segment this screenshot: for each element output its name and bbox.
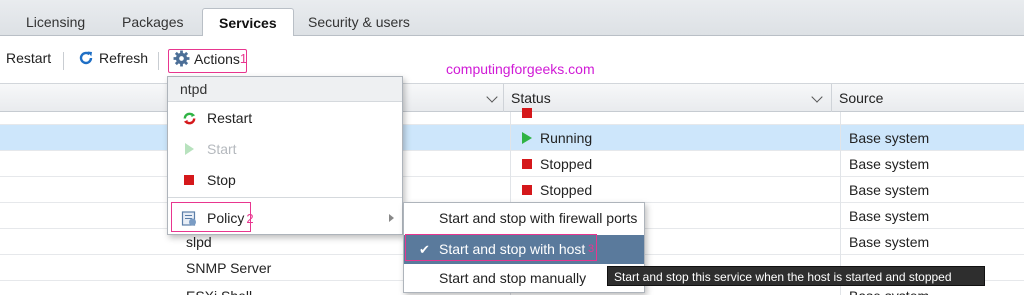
service-source: Base system bbox=[849, 156, 930, 172]
stopped-icon bbox=[522, 108, 532, 118]
host-client-window: Licensing Packages Services Security & u… bbox=[0, 0, 1024, 295]
restart-button-label: Restart bbox=[6, 50, 52, 66]
refresh-button[interactable]: Refresh bbox=[78, 50, 148, 66]
tab-services[interactable]: Services bbox=[202, 8, 294, 37]
service-name: SNMP Server bbox=[186, 260, 272, 276]
menu-item-label: Restart bbox=[207, 110, 253, 126]
service-source: Base system bbox=[849, 130, 930, 146]
annotation-highlight-box bbox=[171, 202, 251, 232]
toolbar-divider bbox=[158, 52, 159, 70]
column-header-status[interactable]: Status bbox=[503, 84, 831, 112]
table-row[interactable]: Stopped Base system bbox=[0, 151, 1024, 177]
service-status: Stopped bbox=[540, 182, 593, 198]
tab-bar: Licensing Packages Services Security & u… bbox=[0, 0, 1024, 37]
tab-licensing[interactable]: Licensing bbox=[10, 8, 101, 36]
menu-item-stop[interactable]: Stop bbox=[168, 166, 402, 194]
stopped-icon bbox=[522, 159, 532, 169]
service-source: Base system bbox=[849, 208, 930, 224]
service-source: Base system bbox=[849, 182, 930, 198]
tooltip: Start and stop this service when the hos… bbox=[607, 266, 985, 286]
menu-item-start[interactable]: Start bbox=[168, 135, 402, 163]
chevron-right-icon bbox=[389, 214, 394, 222]
column-header-source[interactable]: Source bbox=[831, 84, 1024, 112]
menu-item-label: Start bbox=[207, 141, 237, 157]
running-icon bbox=[522, 132, 532, 144]
annotation-highlight-box bbox=[168, 49, 247, 73]
play-icon bbox=[181, 141, 197, 157]
refresh-icon bbox=[78, 50, 94, 66]
policy-option-firewall-ports[interactable]: Start and stop with firewall ports bbox=[404, 204, 644, 233]
table-row[interactable]: Running Base system bbox=[0, 125, 1024, 151]
menu-divider bbox=[168, 197, 402, 198]
service-status: Stopped bbox=[540, 156, 593, 172]
services-table-header: Status Source bbox=[0, 83, 1024, 112]
menu-header-service: ntpd bbox=[168, 77, 402, 102]
stop-icon bbox=[181, 172, 197, 188]
restart-button[interactable]: Restart bbox=[6, 50, 51, 66]
toolbar-divider bbox=[63, 52, 64, 70]
restart-icon bbox=[181, 110, 197, 126]
refresh-button-label: Refresh bbox=[99, 50, 149, 66]
service-status: Running bbox=[540, 130, 593, 146]
stopped-icon bbox=[522, 185, 532, 195]
annotation-highlight-box bbox=[405, 234, 597, 261]
service-source: Base system bbox=[849, 234, 930, 250]
tab-packages[interactable]: Packages bbox=[106, 8, 199, 36]
table-row[interactable] bbox=[0, 108, 1024, 125]
tab-security-users[interactable]: Security & users bbox=[292, 8, 426, 36]
service-name: ESXi Shell bbox=[186, 283, 252, 295]
menu-item-restart[interactable]: Restart bbox=[168, 104, 402, 132]
table-row[interactable]: Stopped Base system bbox=[0, 177, 1024, 203]
menu-item-label: Stop bbox=[207, 172, 236, 188]
watermark: computingforgeeks.com bbox=[446, 61, 595, 77]
